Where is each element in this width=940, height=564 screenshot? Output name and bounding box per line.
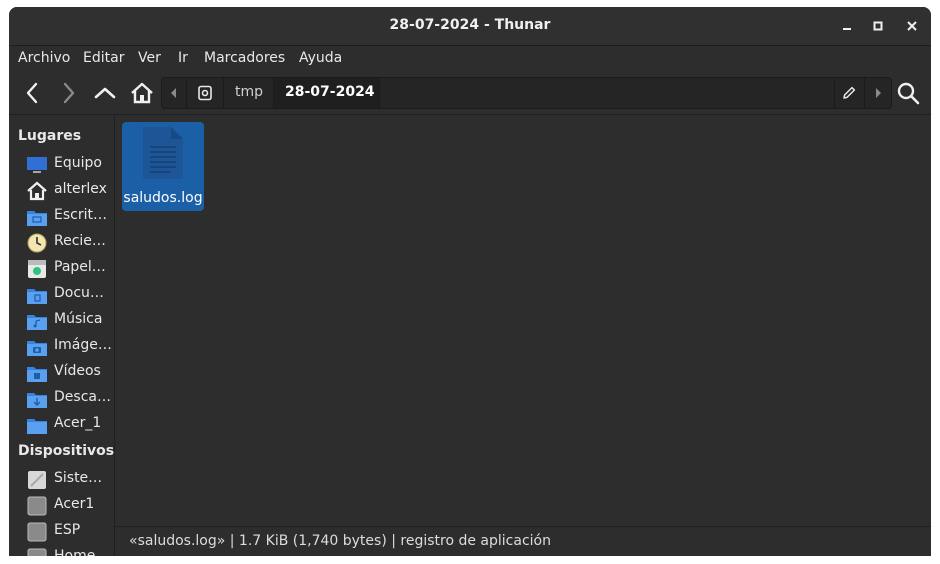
thunar-window: 28-07-2024 - Thunar Archivo Editar Ver I… [9, 7, 931, 556]
path-root-button[interactable] [187, 78, 224, 108]
downloads-folder-icon [27, 393, 47, 408]
sidebar-item-label: Recie… [54, 233, 106, 249]
arrow-right-icon [876, 88, 881, 98]
title-bar[interactable]: 28-07-2024 - Thunar [9, 7, 931, 46]
menu-bar: Archivo Editar Ver Ir Marcadores Ayuda [9, 46, 931, 72]
file-item-saludos-log[interactable]: saludos.log [122, 122, 204, 211]
menu-ir[interactable]: Ir [178, 50, 188, 66]
sidebar-item-acer-1[interactable]: Acer_1 [27, 413, 113, 437]
sidebar-item-descargas[interactable]: Desca… [27, 387, 113, 411]
sidebar-item-label: Música [54, 311, 103, 327]
toolbar: tmp 28-07-2024 [9, 72, 931, 115]
menu-editar[interactable]: Editar [83, 50, 124, 66]
sidebar-item-label: Vídeos [54, 363, 101, 379]
close-icon[interactable] [903, 17, 921, 35]
status-bar: «saludos.log» | 1.7 KiB (1,740 bytes) | … [115, 526, 931, 556]
documents-folder-icon [27, 289, 47, 304]
parent-folder-icon[interactable] [92, 80, 118, 106]
desktop-folder-icon [27, 211, 47, 226]
path-segment-current[interactable]: 28-07-2024 [274, 78, 380, 108]
sidebar-item-label: Escrit… [54, 207, 107, 223]
back-icon[interactable] [20, 80, 46, 106]
sidebar-item-label: Equipo [54, 155, 102, 171]
sidebar-item-alterlex[interactable]: alterlex [27, 179, 113, 203]
edit-location-button[interactable] [834, 78, 863, 108]
devices-header: Dispositivos [18, 443, 115, 459]
sidebar-item-home[interactable]: Home [27, 546, 113, 556]
sidebar-item-label: Home [54, 548, 96, 556]
music-folder-icon [27, 315, 47, 330]
sidebar-item-label: ESP [54, 522, 81, 538]
sidebar-item-label: Acer1 [54, 496, 95, 512]
menu-ver[interactable]: Ver [138, 50, 161, 66]
file-view[interactable]: saludos.log [115, 115, 931, 526]
menu-marcadores[interactable]: Marcadores [204, 50, 285, 66]
recent-clock-icon [27, 233, 47, 253]
sidebar-item-escritorio[interactable]: Escrit… [27, 205, 113, 229]
videos-folder-icon [27, 367, 47, 382]
pictures-folder-icon [27, 341, 47, 356]
trash-icon [28, 260, 46, 278]
sidebar-item-label: alterlex [54, 181, 107, 197]
sidebar-item-documentos[interactable]: Docu… [27, 283, 113, 307]
computer-icon [27, 157, 47, 173]
sidebar-item-label: Papel… [54, 259, 106, 275]
forward-icon[interactable] [55, 80, 81, 106]
sidebar-item-label: Siste… [54, 470, 103, 486]
sidebar: Lugares Equipo alterlex Escrit… Recie… P… [9, 115, 115, 556]
window-title: 28-07-2024 - Thunar [389, 17, 551, 33]
path-segment-label: 28-07-2024 [285, 84, 375, 100]
drive-icon [27, 548, 47, 556]
path-segment-label: tmp [235, 84, 264, 100]
sidebar-item-label: Desca… [54, 389, 111, 405]
drive-icon [27, 522, 47, 542]
file-name: saludos.log [123, 190, 203, 206]
sidebar-item-imagenes[interactable]: Imáge… [27, 335, 113, 359]
path-scroll-left[interactable] [162, 78, 187, 108]
sidebar-item-acer1[interactable]: Acer1 [27, 494, 113, 518]
drive-icon [198, 85, 212, 101]
home-icon [27, 181, 47, 201]
pencil-icon [843, 86, 856, 99]
sidebar-item-label: Acer_1 [54, 415, 102, 431]
status-text: «saludos.log» | 1.7 KiB (1,740 bytes) | … [129, 533, 551, 549]
sidebar-item-recientes[interactable]: Recie… [27, 231, 113, 255]
drive-icon [27, 496, 47, 516]
text-file-icon [143, 127, 183, 179]
search-icon[interactable] [895, 80, 921, 106]
sidebar-item-esp[interactable]: ESP [27, 520, 113, 544]
path-scroll-right[interactable] [864, 78, 891, 108]
sidebar-item-papelera[interactable]: Papel… [27, 257, 113, 281]
sidebar-item-label: Imáge… [54, 337, 112, 353]
sidebar-item-equipo[interactable]: Equipo [27, 153, 113, 177]
arrow-left-icon [171, 88, 176, 98]
sidebar-item-videos[interactable]: Vídeos [27, 361, 113, 385]
folder-icon [27, 419, 47, 434]
menu-ayuda[interactable]: Ayuda [299, 50, 342, 66]
places-header: Lugares [18, 128, 82, 144]
path-bar: tmp 28-07-2024 [161, 77, 892, 109]
minimize-icon[interactable] [838, 17, 856, 35]
sidebar-item-sistema[interactable]: Siste… [27, 468, 113, 492]
path-segment-tmp[interactable]: tmp [224, 78, 274, 108]
menu-archivo[interactable]: Archivo [18, 50, 70, 66]
sidebar-item-label: Docu… [54, 285, 104, 301]
maximize-icon[interactable] [869, 17, 887, 35]
home-icon[interactable] [129, 80, 155, 106]
system-drive-icon [28, 471, 46, 489]
sidebar-item-musica[interactable]: Música [27, 309, 113, 333]
